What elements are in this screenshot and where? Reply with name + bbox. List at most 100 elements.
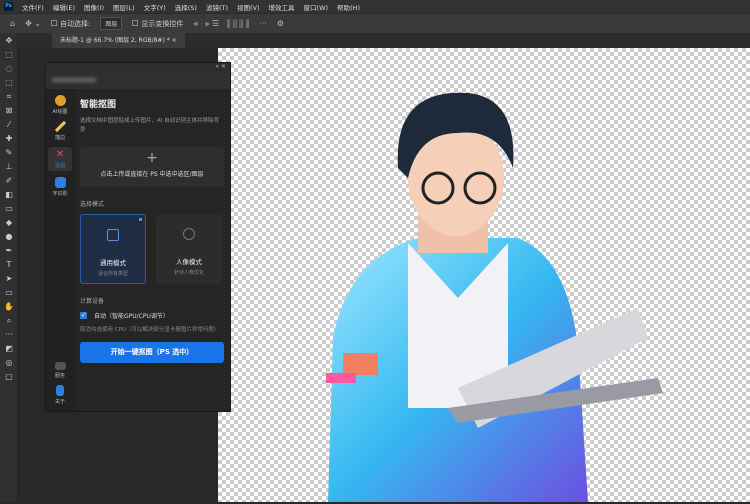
- sidebar-item-label: 抠图: [54, 163, 65, 169]
- monitor-icon: [54, 362, 66, 370]
- device-label: 计算设备: [80, 298, 105, 305]
- auto-device-checkbox[interactable]: ✓ 自动（智能GPU/CPU调节）: [80, 311, 224, 320]
- menu-image[interactable]: 图像(I): [84, 2, 104, 12]
- menu-layer[interactable]: 图层(L): [113, 2, 135, 12]
- panel-header-controls[interactable]: » ✕: [46, 63, 230, 73]
- text-scan-icon: [54, 177, 66, 188]
- plugin-main: 智能抠图 选择文档中图层贴或上传图片，AI 自动识别主体并移除背景 + 点击上传…: [80, 89, 224, 411]
- screen-mode-icon[interactable]: ▢: [4, 372, 14, 382]
- eyedropper-icon[interactable]: ⁄: [4, 120, 14, 130]
- photoshop-logo: Ps: [4, 2, 13, 11]
- more-tools-icon[interactable]: ···: [4, 330, 14, 340]
- sidebar-item-text-recognition[interactable]: 字识别: [46, 177, 74, 197]
- menu-type[interactable]: 文字(Y): [144, 2, 166, 12]
- plugin-sidebar: AI绘图 描边 ✕ 抠图 字识别 服务 关于: [46, 89, 74, 411]
- mode-subtitle: 适合所有类型: [97, 271, 128, 277]
- frame-tool-icon[interactable]: ⊠: [4, 106, 14, 116]
- mode-label: 选择模式: [80, 201, 105, 208]
- align-icons[interactable]: ⫷ ⫶ ⫸ ☰ ⫼ ⫼ ⫼ ⫼: [193, 19, 249, 29]
- mode-subtitle: 针对人像优化: [173, 270, 204, 276]
- menu-filter[interactable]: 滤镜(T): [206, 2, 228, 12]
- person-icon: [183, 228, 195, 240]
- upload-area[interactable]: + 点击上传或直接在 PS 中选中选区/图层: [80, 147, 224, 187]
- options-bar: ⌂ ✥ ⌄ 自动选择: 图层 显示变换控件 ⫷ ⫶ ⫸ ☰ ⫼ ⫼ ⫼ ⫼ ··…: [0, 13, 750, 33]
- crop-tool-icon[interactable]: ⌗: [4, 92, 14, 102]
- sidebar-item-label: 字识别: [52, 191, 68, 197]
- stamp-tool-icon[interactable]: ⊥: [4, 162, 14, 172]
- cpu-note: 取消勾选使用 CPU（可以解决部分显卡报图片异常问题）: [80, 327, 220, 333]
- palette-icon: [54, 95, 66, 106]
- hand-tool-icon[interactable]: ✋: [4, 302, 14, 312]
- move-tool-icon[interactable]: ✥ ⌄: [25, 19, 41, 28]
- panel-tab: [46, 73, 230, 89]
- menu-help[interactable]: 帮助(H): [337, 2, 360, 12]
- sidebar-item-label: AI绘图: [52, 109, 68, 115]
- pen-tool-icon[interactable]: ✒: [4, 246, 14, 256]
- gradient-icon[interactable]: ▭: [4, 204, 14, 214]
- color-swatches-icon[interactable]: ◩: [4, 344, 14, 354]
- mode-title: 通用模式: [100, 259, 126, 267]
- sidebar-item-about[interactable]: 关于: [46, 385, 74, 405]
- document-tab-bar: 未标题-1 @ 66.7% (图层 2, RGB/8#) * ×: [18, 33, 750, 48]
- sidebar-item-label: 描边: [54, 135, 65, 141]
- healing-brush-icon[interactable]: ✚: [4, 134, 14, 144]
- sidebar-item-stroke[interactable]: 描边: [46, 121, 74, 141]
- gear-icon[interactable]: ⚙: [277, 19, 284, 28]
- menu-window[interactable]: 窗口(W): [304, 2, 329, 12]
- type-tool-icon[interactable]: T: [4, 260, 14, 270]
- zoom-tool-icon[interactable]: ⌕: [4, 316, 14, 326]
- selected-indicator: [139, 218, 142, 221]
- sidebar-item-label: 关于: [54, 399, 65, 405]
- pencil-icon: [54, 121, 66, 132]
- info-icon: [56, 385, 64, 396]
- menu-edit[interactable]: 编辑(E): [53, 2, 75, 12]
- character-image: [326, 92, 663, 502]
- mode-general[interactable]: 通用模式适合所有类型: [80, 214, 146, 284]
- plus-icon: +: [146, 150, 158, 166]
- scissors-icon: ✕: [55, 149, 65, 160]
- mode-portrait[interactable]: 人像模式针对人像优化: [156, 214, 222, 284]
- show-transform-checkbox[interactable]: 显示变换控件: [132, 19, 183, 29]
- quick-mask-icon[interactable]: ◎: [4, 358, 14, 368]
- brush-tool-icon[interactable]: ✎: [4, 148, 14, 158]
- document-tab-title: 未标题-1 @ 66.7% (图层 2, RGB/8#) *: [60, 37, 170, 44]
- auto-select-checkbox[interactable]: 自动选择:: [51, 19, 90, 29]
- menu-select[interactable]: 选择(S): [175, 2, 197, 12]
- history-brush-icon[interactable]: ✐: [4, 176, 14, 186]
- auto-select-dropdown[interactable]: 图层: [100, 17, 123, 30]
- menu-file[interactable]: 文件(F): [22, 2, 44, 12]
- tools-panel: ✥ ⬚ ◌ ⬚ ⌗ ⊠ ⁄ ✚ ✎ ⊥ ✐ ◧ ▭ ◆ ● ✒ T ➤ ▭ ✋ …: [0, 33, 18, 502]
- mode-title: 人像模式: [176, 258, 202, 266]
- menu-plugins[interactable]: 增效工具: [269, 2, 295, 12]
- sidebar-item-cutout[interactable]: ✕ 抠图: [48, 147, 72, 171]
- eraser-icon[interactable]: ◧: [4, 190, 14, 200]
- checkmark-icon: ✓: [80, 312, 87, 319]
- blur-tool-icon[interactable]: ◆: [4, 218, 14, 228]
- document-canvas[interactable]: [218, 48, 750, 502]
- menu-view[interactable]: 视图(V): [237, 2, 260, 12]
- menu-bar: Ps 文件(F) 编辑(E) 图像(I) 图层(L) 文字(Y) 选择(S) 滤…: [0, 0, 750, 13]
- object-select-icon[interactable]: ⬚: [4, 78, 14, 88]
- panel-title: 智能抠图: [80, 100, 117, 110]
- auto-device-label: 自动（智能GPU/CPU调节）: [94, 313, 169, 320]
- image-icon: [107, 229, 119, 241]
- lasso-tool-icon[interactable]: ◌: [4, 64, 14, 74]
- show-transform-label: 显示变换控件: [141, 19, 184, 28]
- start-cutout-button[interactable]: 开始一键抠图（PS 选中）: [80, 342, 224, 363]
- path-select-icon[interactable]: ➤: [4, 274, 14, 284]
- smart-cutout-plugin-panel: » ✕ AI绘图 描边 ✕ 抠图 字识别 服务 关于 智能抠图 选择文档中图层贴或…: [45, 62, 231, 412]
- auto-select-label: 自动选择:: [60, 19, 91, 28]
- sidebar-item-ai-draw[interactable]: AI绘图: [46, 95, 74, 115]
- document-tab[interactable]: 未标题-1 @ 66.7% (图层 2, RGB/8#) * ×: [52, 33, 185, 48]
- sidebar-item-service[interactable]: 服务: [46, 362, 74, 379]
- move-tool-icon[interactable]: ✥: [4, 36, 14, 46]
- more-button[interactable]: ···: [259, 19, 267, 28]
- blurred-panel-name: [52, 77, 96, 83]
- close-tab-icon[interactable]: ×: [172, 37, 177, 44]
- shape-tool-icon[interactable]: ▭: [4, 288, 14, 298]
- home-icon[interactable]: ⌂: [10, 19, 15, 28]
- upload-text: 点击上传或直接在 PS 中选中选区/图层: [100, 171, 204, 178]
- panel-description: 选择文档中图层贴或上传图片，AI 自动识别主体并移除背景: [80, 118, 220, 133]
- dodge-tool-icon[interactable]: ●: [4, 232, 14, 242]
- marquee-tool-icon[interactable]: ⬚: [4, 50, 14, 60]
